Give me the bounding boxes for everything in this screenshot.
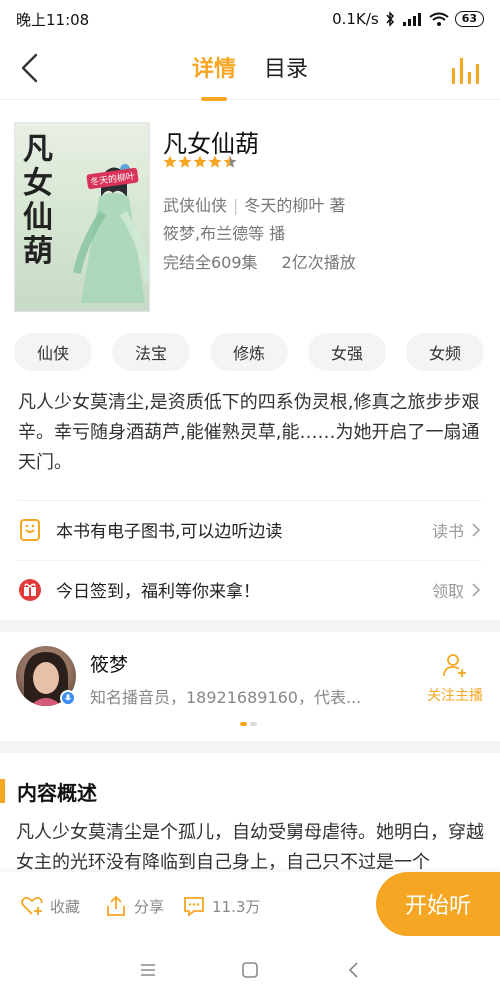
- chevron-right-icon: [472, 582, 481, 597]
- section-divider: [0, 741, 500, 753]
- ebook-icon: [20, 518, 40, 541]
- carousel-dots: [240, 722, 257, 726]
- tag-item[interactable]: 女强: [308, 333, 386, 371]
- checkin-row[interactable]: 今日签到，福利等你来拿！ 领取: [18, 560, 482, 618]
- battery-icon: 63: [454, 11, 484, 27]
- book-genre[interactable]: 武侠仙侠: [163, 196, 227, 215]
- overview-heading: 内容概述: [0, 776, 97, 806]
- status-bar: 晚上11:08 0.1K/s 63: [0, 0, 500, 38]
- wifi-icon: [429, 12, 449, 26]
- cover-title: 凡女仙葫: [23, 132, 53, 269]
- share-button[interactable]: 分享: [104, 894, 164, 918]
- narrator-suffix: 播: [269, 224, 286, 243]
- tab-catalog[interactable]: 目录: [264, 51, 308, 87]
- system-nav-bar: [0, 940, 500, 1000]
- narrator-names: 筱梦,布兰德等: [163, 224, 265, 243]
- add-user-icon: [443, 654, 466, 677]
- status-time: 晚上11:08: [16, 10, 90, 29]
- carousel-dot-active: [240, 722, 247, 726]
- heart-add-icon: [21, 896, 43, 915]
- gift-icon: [19, 578, 41, 601]
- tab-bar: 详情 目录: [0, 38, 500, 100]
- rating-stars: [163, 155, 237, 169]
- start-listening-button[interactable]: 开始听: [376, 872, 500, 936]
- book-description: 凡人少女莫清尘,是资质低下的四系伪灵根,修真之旅步步艰辛。幸亏随身酒葫芦,能催熟…: [18, 392, 480, 473]
- star-icon: [163, 155, 177, 168]
- heading-accent-bar: [0, 779, 5, 803]
- playing-bars-icon[interactable]: [450, 54, 480, 84]
- author-suffix: 著: [329, 196, 346, 215]
- tab-details[interactable]: 详情: [192, 51, 236, 87]
- narrator-name: 筱梦: [90, 654, 129, 676]
- bluetooth-icon: [386, 11, 394, 27]
- half-star-icon: [223, 155, 237, 168]
- book-cover[interactable]: 凡女仙葫 冬天的柳叶: [14, 122, 150, 312]
- collect-button[interactable]: 收藏: [20, 894, 80, 918]
- home-icon[interactable]: [240, 960, 260, 980]
- play-count: 2亿次播放: [281, 253, 356, 272]
- section-divider: [0, 620, 500, 632]
- overview-title: 内容概述: [17, 780, 97, 805]
- ebook-row[interactable]: 本书有电子图书,可以边听边读 读书: [18, 500, 482, 558]
- book-narrators: 筱梦,布兰德等 播: [163, 220, 285, 244]
- narrator-description: 知名播音员，18921689160，代表...: [90, 688, 362, 707]
- episode-count: 完结全609集: [163, 253, 258, 272]
- mic-badge-icon: [60, 690, 76, 706]
- status-indicators: 0.1K/s 63: [332, 10, 484, 28]
- star-icon: [178, 155, 192, 168]
- tag-item[interactable]: 法宝: [112, 333, 190, 371]
- book-detail-page: 晚上11:08 0.1K/s 63 详情 目录 凡女仙葫 冬天的柳叶 凡女仙葫 …: [0, 0, 500, 1000]
- tag-list: 仙侠 法宝 修炼 女强 女频: [14, 333, 500, 371]
- collect-label: 收藏: [50, 897, 81, 916]
- share-icon: [107, 895, 125, 916]
- menu-icon[interactable]: [138, 960, 158, 980]
- book-author[interactable]: 冬天的柳叶: [244, 196, 324, 215]
- ebook-text: 本书有电子图书,可以边听边读: [56, 522, 283, 542]
- comment-count: 11.3万: [212, 897, 261, 916]
- signal-icon: [402, 13, 421, 26]
- star-icon: [208, 155, 222, 168]
- book-info: 凡女仙葫 冬天的柳叶 凡女仙葫 武侠仙侠|冬天的柳叶 著 筱梦,布兰德等 播: [0, 100, 500, 320]
- overview-text: 凡人少女莫清尘是个孤儿，自幼受舅母虐待。她明白，穿越女主的光环没有降临到自己身上…: [16, 822, 484, 873]
- checkin-text: 今日签到，福利等你来拿！: [56, 582, 260, 602]
- follow-label: 关注主播: [427, 688, 483, 704]
- system-back-icon[interactable]: [344, 960, 364, 980]
- book-title: 凡女仙葫: [163, 130, 259, 158]
- tag-item[interactable]: 女频: [406, 333, 484, 371]
- share-label: 分享: [134, 897, 165, 916]
- follow-narrator-button[interactable]: 关注主播: [415, 652, 495, 705]
- narrator-card[interactable]: 筱梦 知名播音员，18921689160，代表... 关注主播: [0, 632, 500, 741]
- tag-item[interactable]: 修炼: [210, 333, 288, 371]
- network-speed: 0.1K/s: [332, 10, 379, 28]
- comment-icon: [184, 897, 204, 917]
- chevron-right-icon: [472, 522, 481, 537]
- tag-item[interactable]: 仙侠: [14, 333, 92, 371]
- comments-button[interactable]: 11.3万: [182, 894, 260, 918]
- star-icon: [193, 155, 207, 168]
- top-nav: 详情 目录: [0, 38, 500, 100]
- book-stats: 完结全609集 2亿次播放: [163, 249, 356, 273]
- book-genre-author: 武侠仙侠 | 冬天的柳叶 著: [163, 196, 346, 215]
- read-book-link[interactable]: 读书: [432, 518, 464, 542]
- carousel-dot: [250, 722, 257, 726]
- claim-link[interactable]: 领取: [432, 578, 464, 602]
